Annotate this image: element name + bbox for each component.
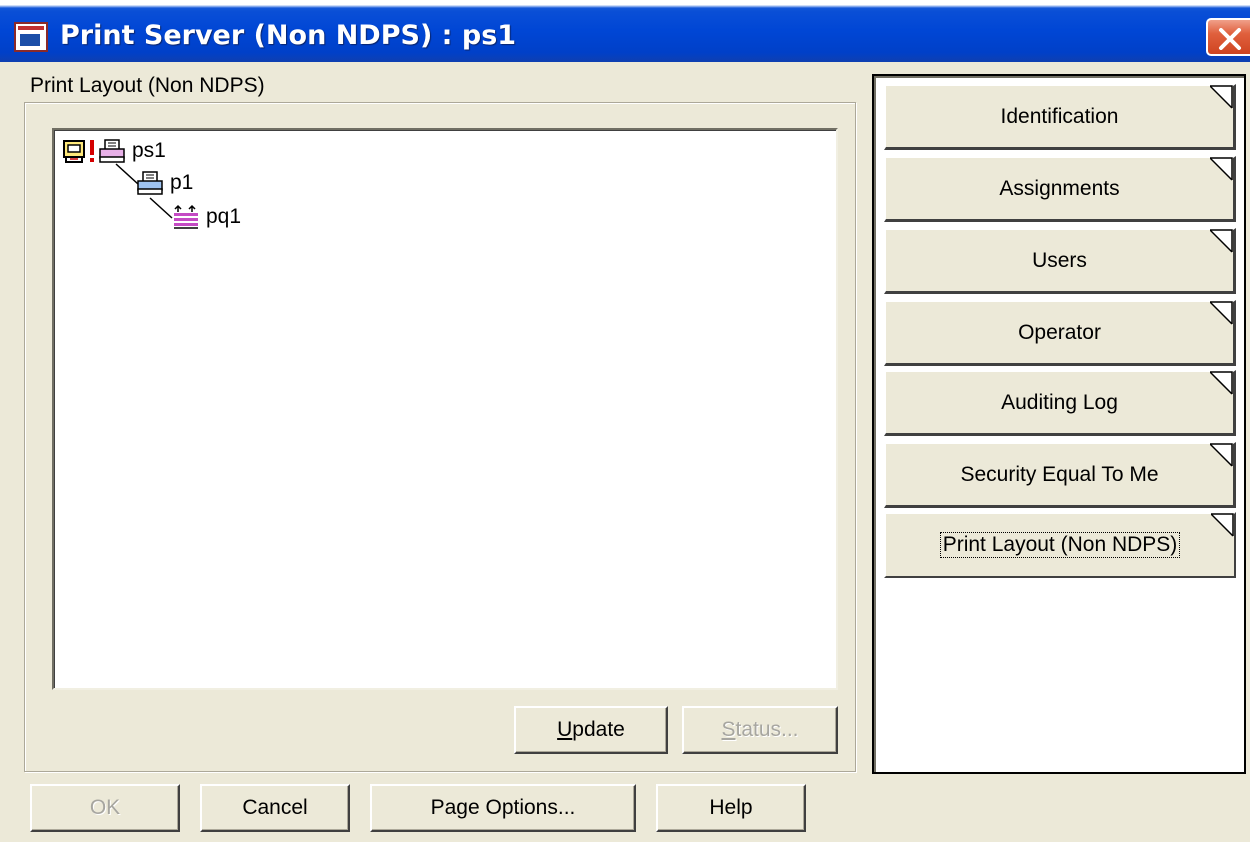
tree-node-pq1[interactable]: pq1: [172, 204, 241, 230]
ok-button-label: OK: [89, 796, 121, 819]
help-button[interactable]: Help: [656, 784, 806, 832]
error-status-icon: [90, 140, 94, 162]
window-title: Print Server (Non NDPS) : ps1: [60, 20, 517, 51]
tree-node-label: p1: [170, 171, 194, 194]
print-server-window-icon: [14, 22, 48, 52]
status-button[interactable]: Status...: [682, 706, 838, 754]
update-button[interactable]: Update: [514, 706, 668, 754]
page-label: Auditing Log: [1001, 390, 1118, 414]
status-button-label: Status...: [721, 718, 799, 741]
page-fold-icon: [1210, 371, 1233, 395]
close-icon: [1219, 28, 1241, 50]
page-assignments-button[interactable]: Assignments: [884, 156, 1236, 222]
page-operator-button[interactable]: Operator: [884, 300, 1236, 366]
title-bar[interactable]: Print Server (Non NDPS) : ps1: [0, 0, 1250, 62]
page-label: Print Layout (Non NDPS): [939, 532, 1181, 558]
page-label: Identification: [1000, 104, 1119, 128]
page-fold-icon: [1210, 85, 1233, 109]
print-server-icon: [63, 140, 85, 163]
title-bar-sheen: [0, 0, 1250, 8]
page-fold-icon: [1210, 157, 1233, 181]
help-button-label: Help: [709, 796, 753, 819]
page-print-layout-button[interactable]: Print Layout (Non NDPS): [884, 512, 1236, 578]
tree-node-label: ps1: [132, 139, 166, 162]
page-identification-button[interactable]: Identification: [884, 84, 1236, 150]
tree-node-ps1[interactable]: ps1: [62, 138, 166, 164]
page-users-button[interactable]: Users: [884, 228, 1236, 294]
page-label: Operator: [1018, 320, 1101, 344]
tree-node-p1[interactable]: p1: [136, 170, 193, 196]
page-label: Assignments: [999, 176, 1120, 200]
page-fold-icon: [1210, 229, 1233, 253]
print-queue-icon: [174, 204, 198, 229]
page-fold-icon: [1210, 443, 1233, 467]
page-security-equal-button[interactable]: Security Equal To Me: [884, 442, 1236, 508]
group-label: Print Layout (Non NDPS): [30, 74, 265, 97]
page-auditing-log-button[interactable]: Auditing Log: [884, 370, 1236, 436]
page-options-button[interactable]: Page Options...: [370, 784, 636, 832]
page-options-button-label: Page Options...: [430, 796, 576, 819]
printer-icon: [99, 139, 125, 163]
update-button-label: Update: [557, 718, 625, 741]
close-button[interactable]: [1206, 18, 1250, 56]
ok-button[interactable]: OK: [30, 784, 180, 832]
page-fold-icon: [1211, 513, 1234, 537]
page-label: Security Equal To Me: [960, 462, 1159, 486]
print-layout-tree[interactable]: ps1 p1 pq1: [52, 128, 838, 690]
printer-icon: [137, 171, 163, 195]
cancel-button-label: Cancel: [242, 796, 308, 819]
cancel-button[interactable]: Cancel: [200, 784, 350, 832]
tree-node-label: pq1: [206, 205, 242, 228]
page-fold-icon: [1210, 301, 1233, 325]
page-label: Users: [1032, 248, 1087, 272]
